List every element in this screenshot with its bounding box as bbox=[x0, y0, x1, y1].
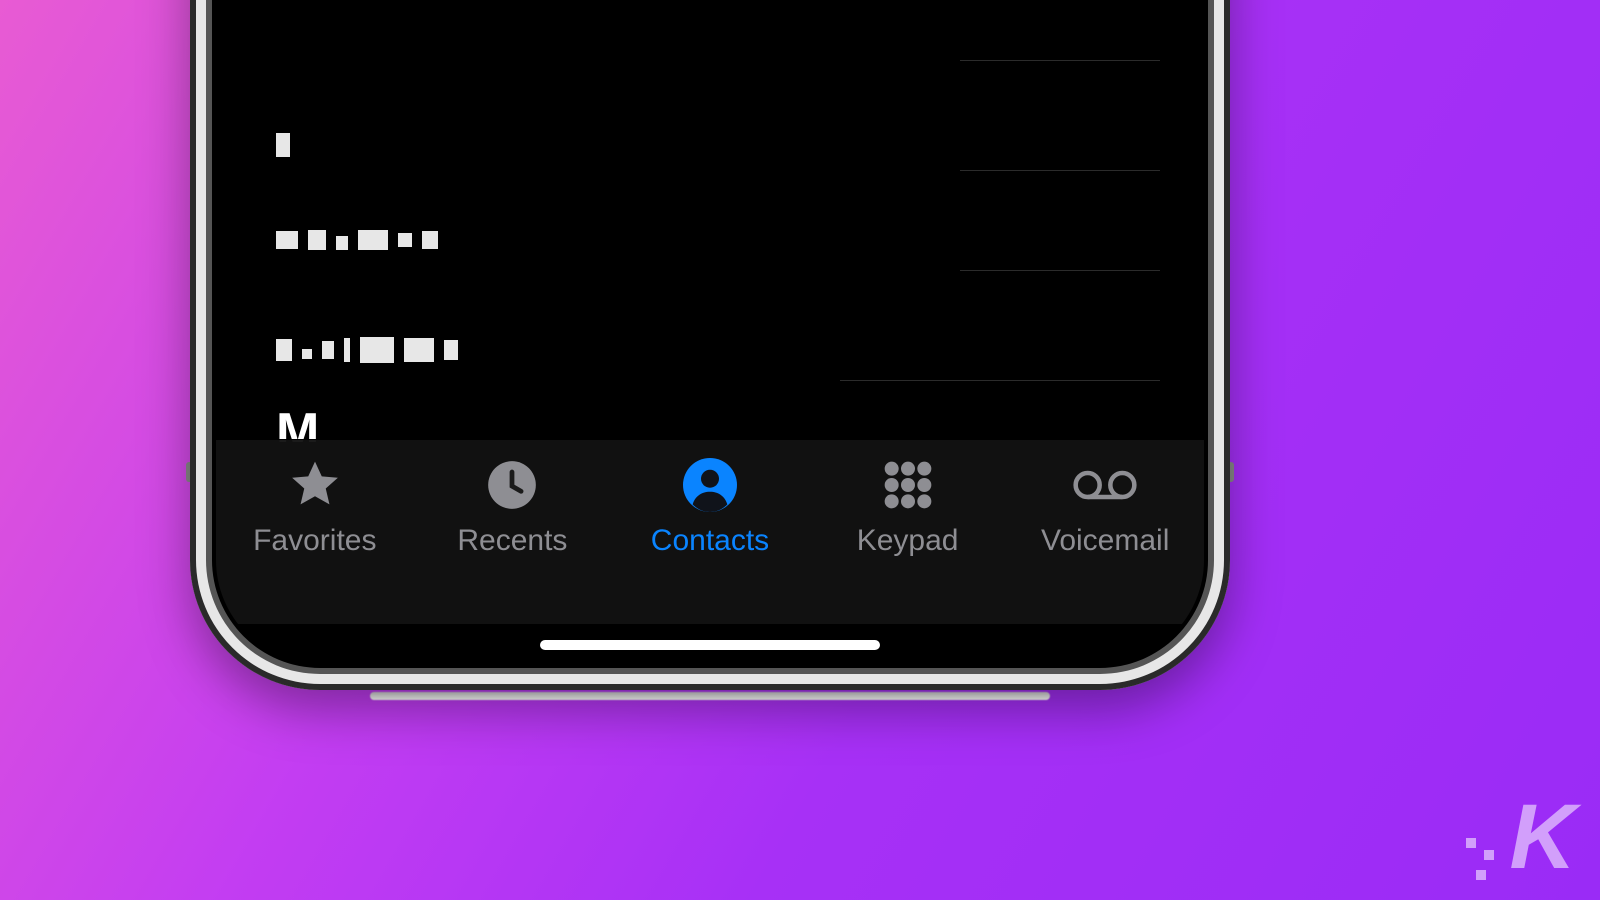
contacts-list[interactable]: M # bbox=[216, 0, 1204, 439]
contact-name-partial: M bbox=[276, 402, 1160, 442]
redacted-contact-name bbox=[276, 185, 1160, 295]
tab-label: Contacts bbox=[651, 524, 769, 558]
phone-frame: M # Favorites Recents bbox=[190, 0, 1230, 690]
watermark-logo: K bbox=[1466, 785, 1572, 890]
tab-label: Favorites bbox=[253, 524, 376, 558]
redacted-contact-name bbox=[276, 295, 1160, 405]
section-index[interactable]: # bbox=[1160, 0, 1190, 214]
contact-row[interactable]: M bbox=[276, 402, 1160, 442]
clock-icon bbox=[480, 458, 544, 512]
tab-label: Keypad bbox=[857, 524, 959, 558]
stage: M # Favorites Recents bbox=[0, 0, 1600, 900]
tab-contacts[interactable]: Contacts bbox=[611, 440, 809, 624]
list-separator bbox=[960, 60, 1160, 61]
keypad-icon bbox=[876, 458, 940, 512]
home-indicator[interactable] bbox=[540, 640, 880, 650]
watermark-dots-icon bbox=[1466, 830, 1506, 890]
tab-label: Voicemail bbox=[1041, 524, 1169, 558]
star-icon bbox=[283, 458, 347, 512]
phone-screen: M # Favorites Recents bbox=[216, 0, 1204, 664]
tab-bar: Favorites Recents Contacts bbox=[216, 439, 1204, 624]
contact-row[interactable] bbox=[276, 185, 1160, 295]
contact-row[interactable] bbox=[276, 90, 1160, 200]
redacted-contact-name bbox=[276, 90, 1160, 200]
watermark-letter: K bbox=[1510, 785, 1572, 890]
person-circle-icon bbox=[678, 458, 742, 512]
contact-row[interactable] bbox=[276, 295, 1160, 405]
tab-label: Recents bbox=[457, 524, 567, 558]
tab-recents[interactable]: Recents bbox=[414, 440, 612, 624]
tab-favorites[interactable]: Favorites bbox=[216, 440, 414, 624]
tab-voicemail[interactable]: Voicemail bbox=[1006, 440, 1204, 624]
voicemail-icon bbox=[1073, 458, 1137, 512]
tab-keypad[interactable]: Keypad bbox=[809, 440, 1007, 624]
